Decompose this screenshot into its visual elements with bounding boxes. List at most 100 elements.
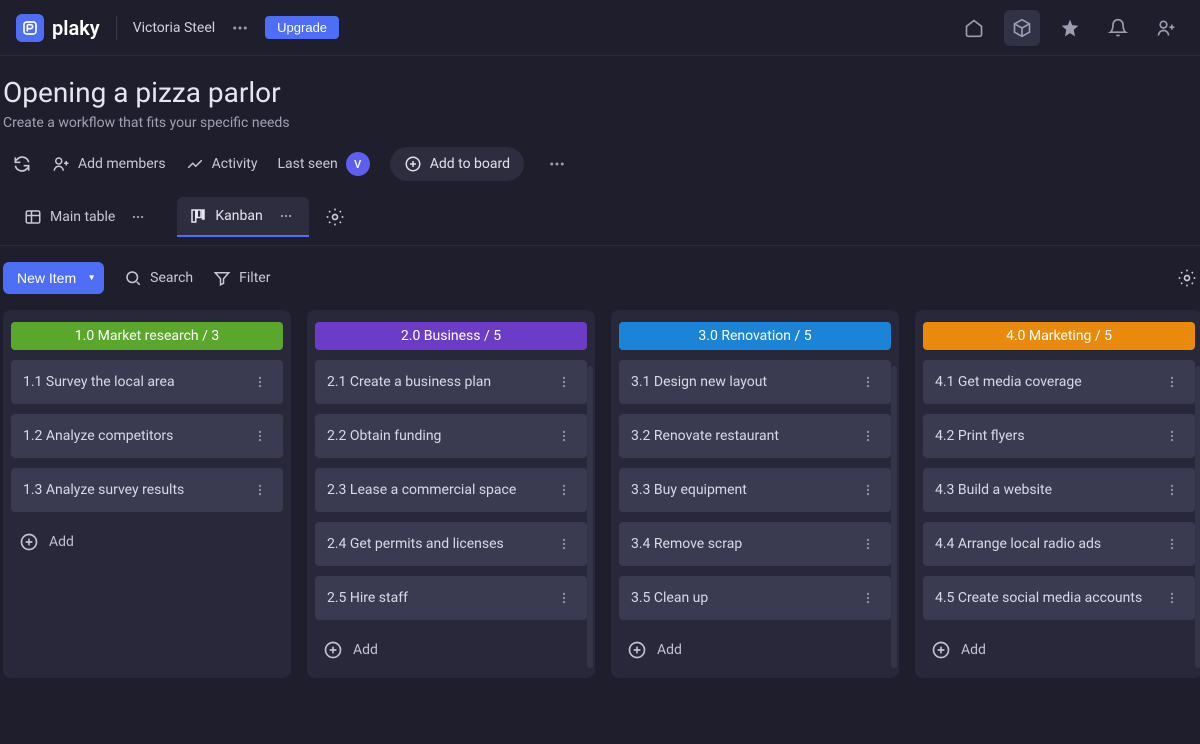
kanban-card[interactable]: 2.1 Create a business plan: [315, 360, 587, 404]
upgrade-button[interactable]: Upgrade: [265, 16, 339, 39]
column-header[interactable]: 4.0 Marketing / 5: [923, 322, 1195, 350]
card-menu-icon[interactable]: [857, 483, 879, 497]
card-title: 3.4 Remove scrap: [631, 536, 742, 552]
view-settings-icon[interactable]: [325, 207, 345, 227]
kanban-column: 2.0 Business / 5 2.1 Create a business p…: [307, 310, 595, 678]
column-header[interactable]: 1.0 Market research / 3: [11, 322, 283, 350]
plus-circle-icon: [627, 640, 647, 660]
bell-icon[interactable]: [1100, 10, 1136, 46]
kanban-card[interactable]: 2.2 Obtain funding: [315, 414, 587, 458]
card-menu-icon[interactable]: [1161, 483, 1183, 497]
kanban-card[interactable]: 4.2 Print flyers: [923, 414, 1195, 458]
more-icon[interactable]: [227, 15, 253, 41]
card-menu-icon[interactable]: [857, 429, 879, 443]
kanban-card[interactable]: 2.5 Hire staff: [315, 576, 587, 620]
card-menu-icon[interactable]: [553, 375, 575, 389]
add-to-board-button[interactable]: Add to board: [390, 147, 524, 181]
card-menu-icon[interactable]: [553, 483, 575, 497]
brand-text: plaky: [52, 16, 100, 40]
card-menu-icon[interactable]: [249, 375, 271, 389]
add-card-label: Add: [961, 642, 986, 658]
card-menu-icon[interactable]: [1161, 591, 1183, 605]
add-user-icon[interactable]: [1148, 10, 1184, 46]
new-item-button[interactable]: New Item: [3, 262, 104, 294]
column-body: 2.1 Create a business plan 2.2 Obtain fu…: [315, 360, 587, 620]
kanban-card[interactable]: 2.4 Get permits and licenses: [315, 522, 587, 566]
plus-circle-icon: [323, 640, 343, 660]
kanban-card[interactable]: 4.1 Get media coverage: [923, 360, 1195, 404]
star-icon[interactable]: [1052, 10, 1088, 46]
add-card-label: Add: [353, 642, 378, 658]
board-settings-icon[interactable]: [1177, 268, 1197, 288]
logo[interactable]: plaky: [16, 14, 100, 42]
controls-bar: New Item Search Filter: [0, 246, 1200, 310]
filter-button[interactable]: Filter: [213, 269, 270, 287]
card-menu-icon[interactable]: [553, 537, 575, 551]
activity-label: Activity: [212, 156, 258, 172]
kanban-card[interactable]: 3.3 Buy equipment: [619, 468, 891, 512]
kanban-card[interactable]: 3.5 Clean up: [619, 576, 891, 620]
card-title: 3.3 Buy equipment: [631, 482, 747, 498]
card-menu-icon[interactable]: [249, 483, 271, 497]
action-bar: Add members Activity Last seen V Add to …: [0, 131, 1200, 197]
card-title: 2.3 Lease a commercial space: [327, 482, 516, 498]
kanban-card[interactable]: 1.2 Analyze competitors: [11, 414, 283, 458]
tab-kanban[interactable]: Kanban: [177, 197, 308, 237]
card-title: 2.1 Create a business plan: [327, 374, 491, 390]
card-title: 4.4 Arrange local radio ads: [935, 536, 1101, 552]
kanban-card[interactable]: 1.3 Analyze survey results: [11, 468, 283, 512]
card-title: 3.1 Design new layout: [631, 374, 767, 390]
kanban-card[interactable]: 4.5 Create social media accounts: [923, 576, 1195, 620]
scrollbar[interactable]: [1195, 366, 1200, 668]
card-menu-icon[interactable]: [857, 537, 879, 551]
last-seen[interactable]: Last seen V: [277, 152, 369, 176]
card-title: 3.2 Renovate restaurant: [631, 428, 779, 444]
plus-circle-icon: [931, 640, 951, 660]
search-button[interactable]: Search: [124, 269, 193, 287]
package-icon[interactable]: [1004, 10, 1040, 46]
card-menu-icon[interactable]: [553, 429, 575, 443]
scrollbar[interactable]: [587, 366, 593, 668]
card-title: 4.2 Print flyers: [935, 428, 1025, 444]
username[interactable]: Victoria Steel: [133, 20, 215, 36]
kanban-card[interactable]: 4.4 Arrange local radio ads: [923, 522, 1195, 566]
column-header[interactable]: 3.0 Renovation / 5: [619, 322, 891, 350]
add-card-button[interactable]: Add: [11, 522, 283, 562]
kanban-card[interactable]: 2.3 Lease a commercial space: [315, 468, 587, 512]
add-members-label: Add members: [78, 156, 166, 172]
logo-icon: [16, 14, 44, 42]
card-menu-icon[interactable]: [249, 429, 271, 443]
tab-main-table[interactable]: Main table: [12, 198, 161, 236]
kanban-card[interactable]: 3.1 Design new layout: [619, 360, 891, 404]
card-menu-icon[interactable]: [553, 591, 575, 605]
add-card-button[interactable]: Add: [619, 630, 891, 670]
add-members-button[interactable]: Add members: [52, 155, 166, 173]
card-title: 1.2 Analyze competitors: [23, 428, 173, 444]
kanban-card[interactable]: 3.2 Renovate restaurant: [619, 414, 891, 458]
kanban-card[interactable]: 1.1 Survey the local area: [11, 360, 283, 404]
kanban-card[interactable]: 3.4 Remove scrap: [619, 522, 891, 566]
card-title: 2.5 Hire staff: [327, 590, 408, 606]
add-card-label: Add: [657, 642, 682, 658]
card-menu-icon[interactable]: [1161, 429, 1183, 443]
tabs-bar: Main table Kanban: [0, 197, 1200, 246]
avatar: V: [346, 152, 370, 176]
more-actions-icon[interactable]: [544, 151, 570, 177]
column-header[interactable]: 2.0 Business / 5: [315, 322, 587, 350]
add-card-button[interactable]: Add: [923, 630, 1195, 670]
card-title: 4.5 Create social media accounts: [935, 590, 1142, 606]
card-menu-icon[interactable]: [1161, 375, 1183, 389]
sync-icon[interactable]: [12, 154, 32, 174]
card-menu-icon[interactable]: [857, 375, 879, 389]
kanban-card[interactable]: 4.3 Build a website: [923, 468, 1195, 512]
card-menu-icon[interactable]: [857, 591, 879, 605]
plus-circle-icon: [19, 532, 39, 552]
card-menu-icon[interactable]: [1161, 537, 1183, 551]
tab-kanban-more-icon[interactable]: [275, 205, 297, 227]
scrollbar[interactable]: [891, 366, 897, 668]
activity-button[interactable]: Activity: [186, 155, 258, 173]
add-card-button[interactable]: Add: [315, 630, 587, 670]
home-icon[interactable]: [956, 10, 992, 46]
column-body: 3.1 Design new layout 3.2 Renovate resta…: [619, 360, 891, 620]
tab-main-more-icon[interactable]: [127, 206, 149, 228]
